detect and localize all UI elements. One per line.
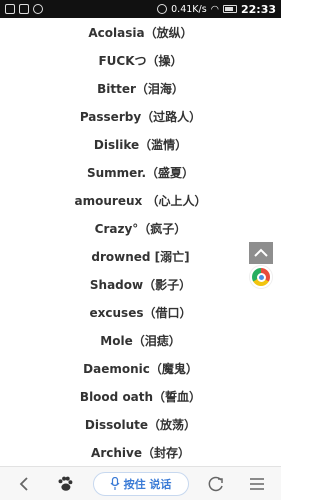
alarm-icon [157, 4, 168, 14]
app-icon [33, 4, 43, 14]
list-item: Summer.（盛夏） [86, 165, 195, 180]
list-item: Mole（泪痣） [100, 333, 181, 348]
list-item: Blood oath（誓血） [79, 389, 202, 404]
wifi-icon: ◠ [210, 3, 219, 15]
list-item: excuses（借口） [89, 305, 192, 320]
name-list: Acolasia（放纵） FUCKつ（操） Bitter（泪海） Passerb… [0, 18, 281, 466]
refresh-button[interactable] [202, 470, 230, 498]
refresh-icon [208, 476, 223, 491]
list-item: Acolasia（放纵） [88, 25, 193, 40]
hold-to-talk-label: 按住 说话 [123, 477, 172, 491]
status-bar: 0.41K/s ◠ 22:33 [0, 0, 281, 18]
notification-icon [5, 4, 15, 14]
list-item: Bitter（泪海） [97, 81, 184, 96]
message-icon [19, 4, 29, 14]
back-arrow-icon [19, 476, 28, 491]
list-item: Passerby（过路人） [79, 109, 202, 124]
list-item: Shadow（影子） [89, 277, 192, 292]
battery-icon [222, 5, 237, 13]
status-right: 0.41K/s ◠ 22:33 [157, 3, 276, 16]
menu-icon [250, 477, 264, 490]
list-item: drowned [溺亡] [91, 249, 190, 264]
paw-icon [58, 476, 73, 491]
list-item: amoureux （心上人） [74, 193, 207, 208]
scroll-to-top-button[interactable] [249, 242, 273, 264]
back-button[interactable] [10, 470, 38, 498]
status-left [5, 4, 43, 14]
hold-to-talk-button[interactable]: 按住 说话 [92, 471, 189, 496]
list-item: Crazy°（疯子） [94, 221, 187, 236]
list-item: Daemonic（魔鬼） [83, 361, 198, 376]
microphone-icon [110, 476, 120, 490]
menu-button[interactable] [243, 470, 271, 498]
list-item: Archive（封存） [91, 445, 190, 460]
chevron-up-icon [254, 248, 268, 257]
bottom-toolbar: 按住 说话 [0, 466, 281, 500]
paw-button[interactable] [51, 470, 79, 498]
list-item: Dislike（滥情） [93, 137, 188, 152]
list-item: FUCKつ（操） [98, 53, 183, 68]
chrome-icon[interactable] [250, 266, 272, 288]
clock: 22:33 [240, 2, 276, 16]
network-speed: 0.41K/s [171, 3, 207, 15]
list-item: Dissolute（放荡） [84, 417, 197, 432]
